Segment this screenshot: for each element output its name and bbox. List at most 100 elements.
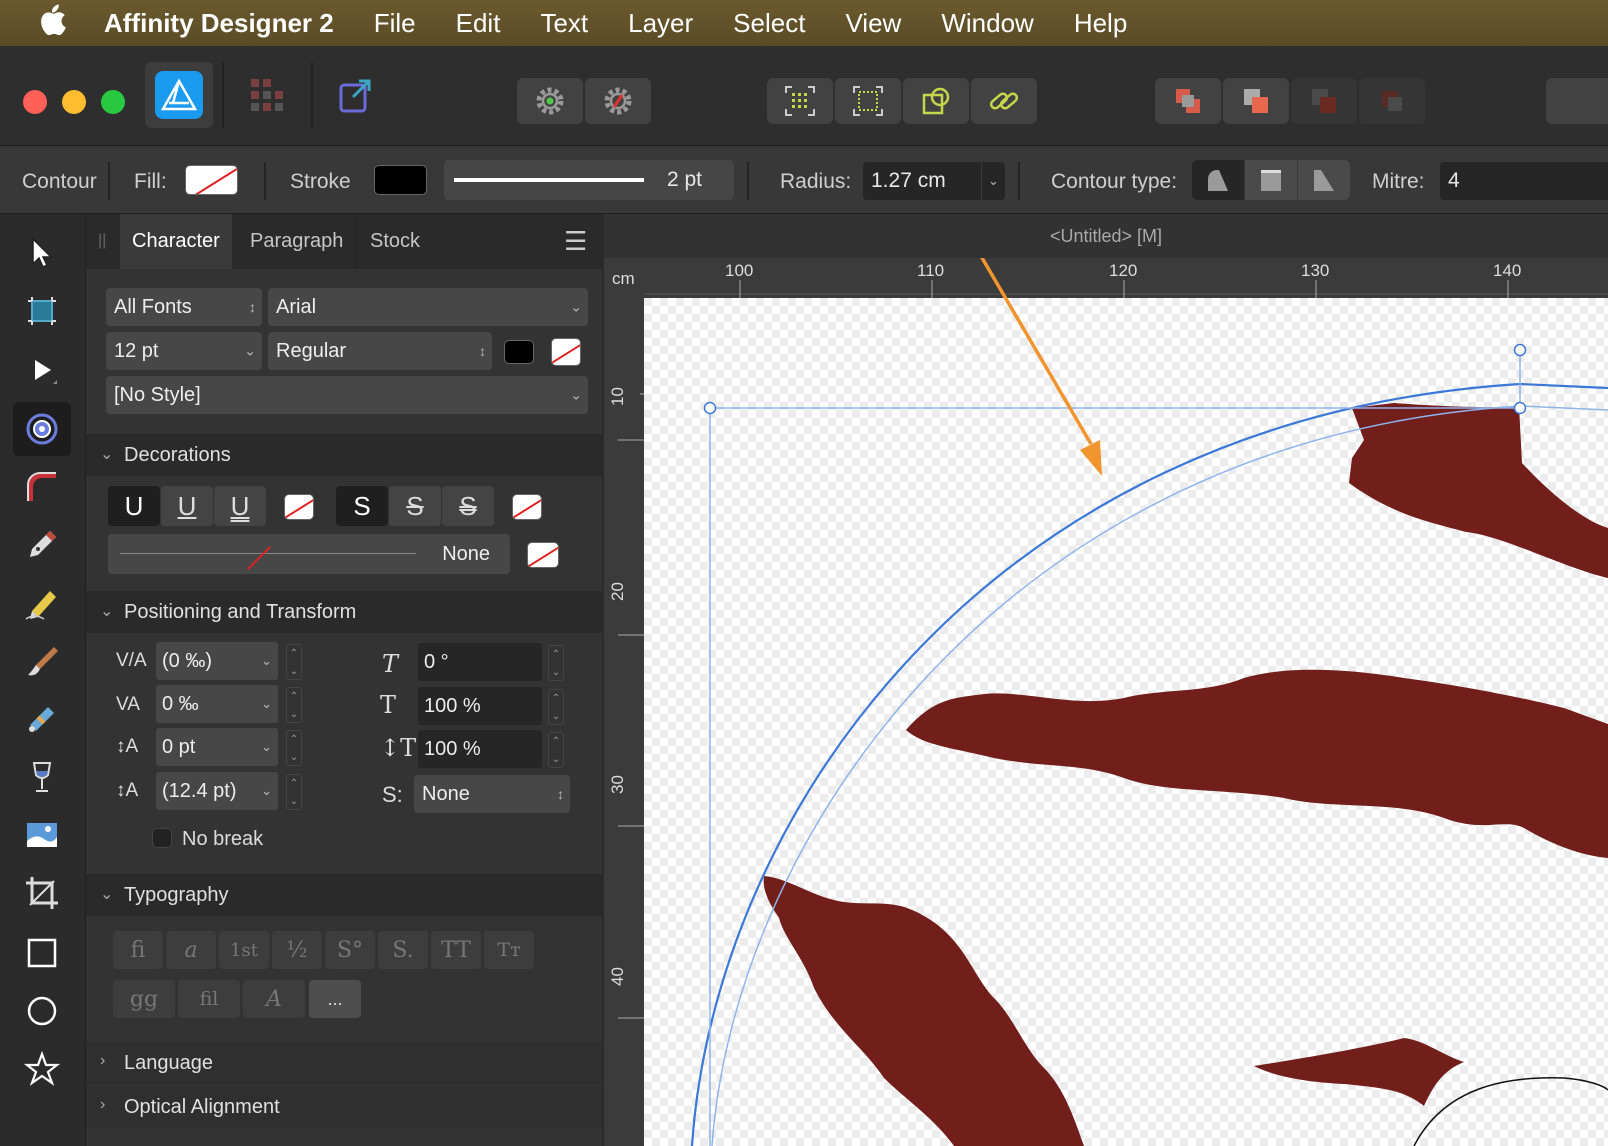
font-style-select[interactable]: Regular ↕ [268, 332, 492, 370]
pencil-tool[interactable] [13, 576, 71, 630]
menu-file[interactable]: File [374, 8, 416, 39]
underline-single-button[interactable]: U [108, 486, 160, 526]
font-collection-select[interactable]: All Fonts ↕ [106, 288, 262, 326]
horizontal-scale-stepper[interactable]: ⌃ ⌄ [548, 732, 564, 768]
corner-tool[interactable] [13, 460, 71, 514]
toolbar-overflow-button[interactable] [1546, 78, 1608, 124]
menu-view[interactable]: View [845, 8, 901, 39]
snapping-toggle-button[interactable] [585, 78, 651, 124]
font-family-select[interactable]: Arial ⌄ [268, 288, 588, 326]
selection-handle-top-left[interactable] [703, 401, 717, 415]
leading-field[interactable]: (12.4 pt) ⌄ [156, 772, 278, 810]
all-caps-button[interactable]: TT [431, 931, 481, 969]
more-typography-button[interactable]: ... [309, 980, 361, 1018]
tracking-stepper[interactable]: ⌃ ⌄ [286, 687, 302, 723]
shear-stepper[interactable]: ⌃ ⌄ [548, 645, 564, 681]
move-to-front-button[interactable] [1359, 78, 1425, 124]
rotation-handle[interactable] [1513, 343, 1527, 357]
select-grid-button[interactable] [767, 78, 833, 124]
baseline-field[interactable]: 0 pt ⌄ [156, 728, 278, 766]
optical-alignment-section-header[interactable]: › Optical Alignment [86, 1086, 602, 1128]
contour-tool[interactable] [13, 402, 71, 456]
stroke-swatch[interactable] [374, 165, 427, 195]
underline-color-swatch[interactable] [284, 494, 314, 520]
transparency-tool[interactable] [13, 750, 71, 804]
subscript-button[interactable]: S. [378, 931, 428, 969]
menu-edit[interactable]: Edit [456, 8, 501, 39]
ellipse-tool[interactable] [13, 984, 71, 1038]
selection-handle-top-right[interactable] [1513, 401, 1527, 415]
typography-section-header[interactable]: ⌄ Typography [86, 874, 602, 916]
small-caps-button[interactable]: Tт [484, 931, 534, 969]
no-break-checkbox[interactable] [152, 828, 172, 848]
decoration-line-color-swatch[interactable] [527, 542, 559, 568]
strikethrough-button[interactable]: S [389, 486, 441, 526]
text-background-swatch[interactable] [551, 338, 581, 366]
underline-double-button[interactable]: U [214, 486, 266, 526]
menu-select[interactable]: Select [733, 8, 805, 39]
strikethrough-none-button[interactable]: S [336, 486, 388, 526]
star-tool[interactable] [13, 1042, 71, 1096]
contour-round-button[interactable] [1192, 160, 1244, 200]
select-dense-grid-button[interactable] [835, 78, 901, 124]
node-tool[interactable] [13, 344, 71, 398]
tracking-field[interactable]: 0 ‰ ⌄ [156, 685, 278, 723]
stylistic-alternates-button[interactable]: gg [113, 980, 175, 1018]
text-fill-swatch[interactable] [504, 340, 534, 364]
artboard-tool[interactable] [13, 284, 71, 338]
pixel-persona-button[interactable] [238, 72, 296, 118]
designer-persona-button[interactable] [145, 62, 213, 128]
ligature-fi-button[interactable]: fi [113, 931, 163, 969]
tab-character[interactable]: Character [120, 214, 232, 269]
link-button[interactable] [971, 78, 1037, 124]
insert-inside-button[interactable] [903, 78, 969, 124]
vertical-scale-stepper[interactable]: ⌃ ⌄ [548, 689, 564, 725]
move-forward-one-button[interactable] [1291, 78, 1357, 124]
underline-button[interactable]: U [161, 486, 213, 526]
stroke-width-slider[interactable]: 2 pt [444, 160, 734, 200]
app-name-menu[interactable]: Affinity Designer 2 [104, 8, 334, 39]
contextual-alternates-button[interactable]: A [243, 980, 305, 1018]
vector-brush-tool[interactable] [13, 634, 71, 688]
tab-paragraph[interactable]: Paragraph [238, 214, 357, 269]
decoration-line-style[interactable]: None [108, 534, 510, 574]
swash-button[interactable]: a [166, 931, 216, 969]
export-persona-button[interactable] [326, 72, 384, 118]
menu-window[interactable]: Window [941, 8, 1033, 39]
fill-tool[interactable] [13, 692, 71, 746]
baseline-stepper[interactable]: ⌃ ⌄ [286, 730, 302, 766]
positioning-section-header[interactable]: ⌄ Positioning and Transform [86, 591, 602, 633]
zoom-window-button[interactable] [101, 90, 125, 114]
move-to-back-button[interactable] [1155, 78, 1221, 124]
minimize-window-button[interactable] [62, 90, 86, 114]
tab-stock[interactable]: Stock [358, 214, 432, 269]
pen-tool[interactable] [13, 518, 71, 572]
decorations-section-header[interactable]: ⌄ Decorations [86, 434, 602, 476]
contour-bevel-button[interactable] [1245, 160, 1297, 200]
radius-field[interactable]: 1.27 cm ⌄ [863, 162, 1005, 200]
radius-dropdown-chevron-icon[interactable]: ⌄ [981, 162, 1005, 200]
superscript-button[interactable]: S° [325, 931, 375, 969]
apple-icon[interactable] [0, 4, 104, 43]
shear-field[interactable]: 0 ° [418, 643, 542, 681]
font-size-field[interactable]: 12 pt ⌄ [106, 332, 262, 370]
move-back-one-button[interactable] [1223, 78, 1289, 124]
panel-grip-icon[interactable]: || [98, 232, 106, 250]
strikethrough-color-swatch[interactable] [512, 494, 542, 520]
menu-text[interactable]: Text [540, 8, 588, 39]
discretionary-ligatures-button[interactable]: fil [178, 980, 240, 1018]
position-select[interactable]: None ↕ [414, 775, 570, 813]
language-section-header[interactable]: › Language [86, 1042, 602, 1084]
panel-menu-icon[interactable]: ☰ [564, 226, 587, 257]
move-tool[interactable] [13, 226, 71, 280]
contour-mitre-button[interactable] [1298, 160, 1350, 200]
fractions-button[interactable]: ½ [272, 931, 322, 969]
mitre-field[interactable]: 4 [1440, 162, 1608, 200]
vertical-scale-field[interactable]: 100 % [418, 687, 542, 725]
ordinals-button[interactable]: 1st [219, 931, 269, 969]
place-image-tool[interactable] [13, 808, 71, 862]
text-style-select[interactable]: [No Style] ⌄ [106, 376, 588, 414]
canvas[interactable]: cm 100 110 120 130 140 10 20 30 40 [604, 258, 1608, 1146]
horizontal-scale-field[interactable]: 100 % [418, 730, 542, 768]
strikethrough-double-button[interactable]: S [442, 486, 494, 526]
